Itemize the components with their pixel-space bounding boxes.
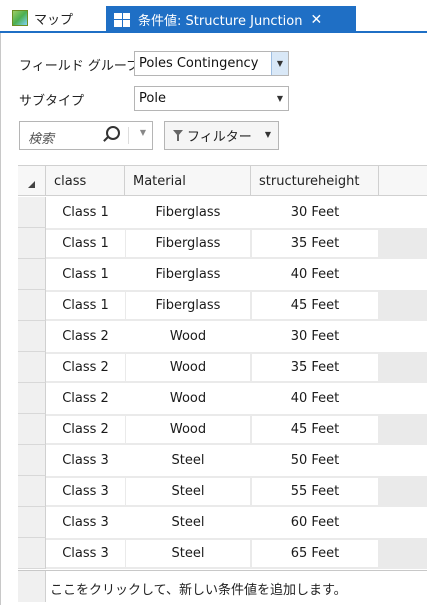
row-selector[interactable] [18, 383, 46, 414]
cell-structureheight[interactable]: 55 Feet [252, 478, 378, 505]
table-row[interactable]: Class 2 Wood 45 Feet [18, 414, 427, 445]
chevron-down-icon[interactable]: ▼ [140, 128, 146, 137]
cell-material[interactable]: Wood [126, 416, 250, 443]
cell-material[interactable]: Wood [126, 354, 250, 381]
add-new-row[interactable]: ここをクリックして、新しい条件値を追加します。 [18, 570, 427, 602]
cell-material[interactable]: Steel [126, 509, 250, 536]
row-selector[interactable] [18, 321, 46, 352]
close-icon[interactable]: ✕ [310, 12, 322, 28]
row-selector[interactable] [18, 445, 46, 476]
chevron-down-icon[interactable]: ▼ [277, 87, 283, 110]
table-header: class Material structureheight [18, 166, 427, 196]
cell-class[interactable]: Class 2 [46, 385, 125, 412]
cell-class[interactable]: Class 1 [46, 199, 125, 226]
cell-class[interactable]: Class 1 [46, 261, 125, 288]
field-group-value: Poles Contingency [139, 56, 259, 71]
cell-material[interactable]: Wood [126, 323, 250, 350]
cell-class[interactable]: Class 3 [46, 509, 125, 536]
search-placeholder: 検索 [28, 132, 55, 147]
search-input[interactable]: 検索 ▼ [19, 121, 153, 150]
row-selector[interactable] [18, 571, 46, 602]
table-row[interactable]: Class 1 Fiberglass 40 Feet [18, 259, 427, 290]
row-selector[interactable] [18, 414, 46, 445]
field-group-label: フィールド グループ [19, 59, 140, 74]
add-row-hint[interactable]: ここをクリックして、新しい条件値を追加します。 [50, 579, 347, 598]
table-row[interactable]: Class 2 Wood 30 Feet [18, 321, 427, 352]
cell-class[interactable]: Class 1 [46, 292, 125, 319]
cell-structureheight[interactable]: 45 Feet [252, 416, 378, 443]
tab-strip: マップ 条件値: Structure Junction ✕ [0, 0, 427, 33]
row-selector[interactable] [18, 352, 46, 383]
cell-material[interactable]: Fiberglass [126, 199, 250, 226]
tab-map-label: マップ [34, 12, 74, 28]
cell-structureheight[interactable]: 40 Feet [252, 385, 378, 412]
cell-class[interactable]: Class 2 [46, 354, 125, 381]
cell-material[interactable]: Steel [126, 478, 250, 505]
cell-material[interactable]: Wood [126, 385, 250, 412]
column-header-material[interactable]: Material [125, 166, 251, 196]
cell-material[interactable]: Steel [126, 447, 250, 474]
cell-material[interactable]: Fiberglass [126, 292, 250, 319]
cell-structureheight[interactable]: 65 Feet [252, 540, 378, 567]
select-all-cell[interactable] [18, 166, 46, 196]
filter-label: フィルター [187, 130, 252, 145]
cell-class[interactable]: Class 3 [46, 540, 125, 567]
row-selector[interactable] [18, 290, 46, 321]
row-selector[interactable] [18, 476, 46, 507]
filter-button[interactable]: フィルター ▼ [164, 121, 279, 150]
row-selector[interactable] [18, 259, 46, 290]
cell-class[interactable]: Class 3 [46, 447, 125, 474]
map-icon [12, 10, 28, 26]
cell-class[interactable]: Class 3 [46, 478, 125, 505]
table-row[interactable]: Class 2 Wood 40 Feet [18, 383, 427, 414]
select-all-icon [28, 180, 35, 188]
table-row[interactable]: Class 3 Steel 55 Feet [18, 476, 427, 507]
cell-class[interactable]: Class 1 [46, 230, 125, 257]
table-row[interactable]: Class 1 Fiberglass 45 Feet [18, 290, 427, 321]
tab-contingent-values-label: 条件値: Structure Junction [138, 14, 303, 29]
cell-structureheight[interactable]: 45 Feet [252, 292, 378, 319]
search-divider [128, 127, 129, 144]
field-group-select[interactable]: Poles Contingency ▼ [134, 51, 289, 76]
subtype-select[interactable]: Pole ▼ [134, 86, 289, 111]
table-row[interactable]: Class 3 Steel 60 Feet [18, 507, 427, 538]
chevron-down-icon[interactable]: ▼ [265, 130, 271, 139]
cell-structureheight[interactable]: 35 Feet [252, 354, 378, 381]
cell-material[interactable]: Fiberglass [126, 230, 250, 257]
table-row[interactable]: Class 3 Steel 65 Feet [18, 538, 427, 569]
cell-structureheight[interactable]: 30 Feet [252, 199, 378, 226]
table-row[interactable]: Class 1 Fiberglass 30 Feet [18, 197, 427, 228]
table-row[interactable]: Class 1 Fiberglass 35 Feet [18, 228, 427, 259]
column-header-class[interactable]: class [46, 166, 125, 196]
contingent-values-panel: フィールド グループ Poles Contingency ▼ サブタイプ Pol… [0, 33, 427, 605]
cell-structureheight[interactable]: 60 Feet [252, 509, 378, 536]
tab-map[interactable]: マップ [8, 5, 104, 31]
table-icon [114, 12, 130, 27]
table-row[interactable]: Class 3 Steel 50 Feet [18, 445, 427, 476]
cell-material[interactable]: Fiberglass [126, 261, 250, 288]
column-header-structureheight[interactable]: structureheight [251, 166, 379, 196]
chevron-down-icon[interactable]: ▼ [271, 52, 288, 75]
search-icon[interactable] [106, 126, 120, 140]
row-selector[interactable] [18, 507, 46, 538]
row-selector[interactable] [18, 197, 46, 228]
cell-class[interactable]: Class 2 [46, 323, 125, 350]
contingent-values-table: class Material structureheight Class 1 F… [18, 165, 427, 605]
subtype-value: Pole [139, 91, 166, 106]
filter-icon [173, 129, 183, 142]
cell-class[interactable]: Class 2 [46, 416, 125, 443]
cell-structureheight[interactable]: 40 Feet [252, 261, 378, 288]
cell-structureheight[interactable]: 30 Feet [252, 323, 378, 350]
cell-structureheight[interactable]: 50 Feet [252, 447, 378, 474]
cell-structureheight[interactable]: 35 Feet [252, 230, 378, 257]
row-selector[interactable] [18, 228, 46, 259]
cell-material[interactable]: Steel [126, 540, 250, 567]
tab-contingent-values[interactable]: 条件値: Structure Junction ✕ [106, 6, 356, 33]
table-row[interactable]: Class 2 Wood 35 Feet [18, 352, 427, 383]
subtype-label: サブタイプ [19, 94, 85, 109]
row-selector[interactable] [18, 538, 46, 569]
